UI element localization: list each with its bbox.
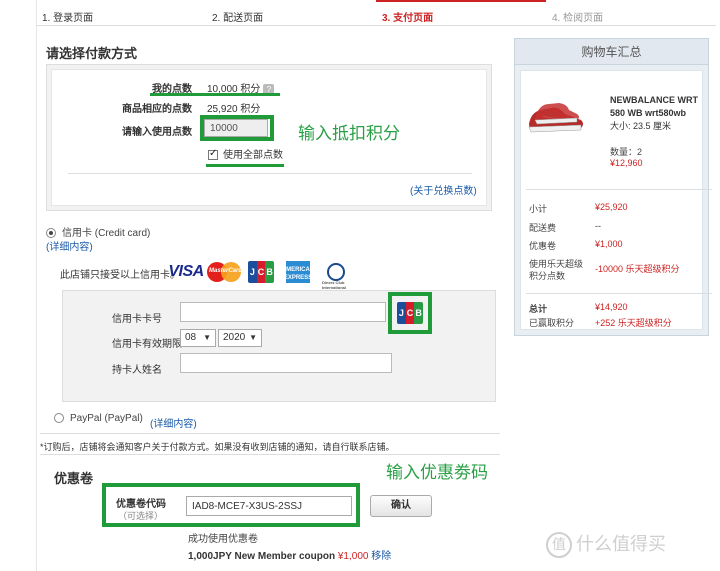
use-all-points-checkbox[interactable]	[208, 148, 218, 161]
credit-card-option[interactable]: 信用卡 (Credit card)	[46, 224, 150, 239]
annotation-coupon-note: 输入优惠劵码	[386, 463, 488, 483]
equivalent-points-value: 25,920 积分	[207, 104, 261, 115]
expiry-label: 信用卡有效期限	[112, 339, 182, 350]
jcb-letter-c: C	[256, 261, 266, 283]
points-used-label: 使用乐天超级积分点数	[529, 259, 584, 281]
cart-summary-panel: 购物车汇总 NEWBALANCE WRT 580 WB wrt580wb 大小:…	[514, 38, 712, 336]
paypal-radio[interactable]	[54, 413, 64, 424]
product-price: ¥12,960	[610, 158, 643, 168]
shipping-value: --	[595, 221, 601, 231]
card-number-input[interactable]	[180, 302, 386, 322]
detected-jcb-c: C	[405, 302, 415, 324]
coupon-summary-value: ¥1,000	[595, 239, 623, 249]
shipping-label: 配送费	[529, 223, 557, 233]
use-points-label: 请输入使用点数	[122, 127, 192, 138]
annotation-box-points-input	[200, 115, 274, 141]
coupon-success-text: 成功使用优惠卷	[188, 534, 258, 545]
expiry-month-select[interactable]: 08 ▼	[180, 329, 216, 347]
remove-coupon-link[interactable]: 移除	[371, 551, 391, 562]
paypal-option[interactable]: PayPal (PayPal)	[54, 413, 143, 424]
diners-club-logo: Diners Club International	[322, 261, 350, 290]
subtotal-label: 小计	[529, 204, 548, 214]
total-label: 总计	[529, 304, 548, 314]
earned-points-label: 已赢取积分	[529, 318, 575, 328]
coupon-code-input[interactable]	[186, 496, 352, 516]
use-all-points-row[interactable]: 使用全部点数	[208, 146, 283, 161]
coupon-title: 优惠卷	[54, 471, 94, 486]
about-points-link[interactable]: (关于兑换点数)	[410, 182, 477, 197]
annotation-underline-use-all	[206, 164, 284, 167]
watermark-logo-icon: 值	[546, 532, 572, 558]
applied-coupon-price: ¥1,000	[337, 551, 369, 562]
chevron-down-icon: ▼	[249, 333, 257, 342]
left-border-line	[36, 0, 37, 571]
credit-card-detail-link[interactable]: (详细内容)	[46, 238, 93, 253]
jcb-letter-j: J	[248, 261, 257, 283]
annotation-underline-points	[150, 93, 280, 96]
coupon-summary-label: 优惠卷	[529, 241, 557, 251]
chevron-down-icon: ▼	[203, 333, 211, 342]
paypal-divider	[40, 433, 500, 434]
expiry-year-select[interactable]: 2020 ▼	[218, 329, 262, 347]
amex-logo: AMERICAN EXPRESS	[282, 261, 314, 283]
active-step-underline	[376, 0, 546, 2]
cart-summary-title: 购物车汇总	[515, 39, 708, 65]
use-all-points-label: 使用全部点数	[223, 150, 283, 161]
applied-coupon-row: 1,000JPY New Member coupon ¥1,000 移除	[188, 547, 391, 562]
step-login[interactable]: 1. 登录页面	[42, 9, 93, 24]
watermark: 值什么值得买	[546, 530, 666, 558]
expiry-year-value: 2020	[223, 332, 246, 343]
annotation-points-note: 输入抵扣积分	[298, 124, 400, 144]
accepted-cards-text: 此店铺只接受以上信用卡。	[60, 270, 180, 281]
product-image[interactable]	[525, 94, 587, 140]
product-quantity: 数量：2	[610, 147, 643, 157]
payment-notice: *订购后，店铺将会通知客户关于付款方式。如果没有收到店铺的通知，请自行联系店铺。	[40, 442, 395, 452]
detected-card-brand-icon: JCB	[397, 302, 423, 324]
paypal-label: PayPal (PayPal)	[70, 413, 143, 424]
earned-points-value: +252 乐天超级积分	[595, 318, 672, 328]
equivalent-points-label: 商品相应的点数	[122, 104, 192, 115]
visa-logo: VISA	[168, 263, 204, 280]
subtotal-value: ¥25,920	[595, 202, 628, 212]
cart-total-divider	[526, 293, 712, 294]
diners-club-logo-text: Diners Club International	[322, 280, 347, 290]
coupon-code-label: 优惠卷代码	[116, 499, 166, 510]
watermark-text: 什么值得买	[576, 534, 666, 555]
coupon-divider	[40, 454, 500, 455]
mastercard-logo: MasterCard	[207, 261, 243, 283]
card-holder-input[interactable]	[180, 353, 392, 373]
jcb-logo: JCB	[248, 261, 274, 283]
checkout-steps: 1. 登录页面 2. 配送页面 3. 支付页面 4. 检阅页面	[36, 0, 716, 26]
points-used-value: -10000 乐天超级积分	[595, 264, 680, 274]
payment-title: 请选择付款方式	[46, 46, 138, 61]
product-size: 大小: 23.5 厘米	[610, 121, 672, 131]
jcb-letter-b: B	[265, 261, 274, 283]
cart-divider	[526, 189, 712, 190]
coupon-optional-text: （可选择）	[118, 511, 164, 521]
applied-coupon-name: 1,000JPY New Member coupon	[188, 551, 336, 562]
confirm-coupon-button[interactable]: 确认	[370, 495, 432, 517]
card-holder-label: 持卡人姓名	[112, 365, 162, 376]
detected-jcb-b: B	[414, 302, 423, 324]
step-review: 4. 检阅页面	[552, 13, 604, 24]
total-value: ¥14,920	[595, 302, 628, 312]
detected-jcb-j: J	[397, 302, 406, 324]
points-divider	[68, 173, 472, 174]
step-shipping[interactable]: 2. 配送页面	[212, 9, 263, 24]
expiry-month-value: 08	[185, 332, 197, 343]
credit-card-radio[interactable]	[46, 228, 56, 239]
step-payment: 3. 支付页面	[382, 13, 434, 24]
mastercard-logo-text: MasterCard	[209, 268, 243, 274]
paypal-detail-link[interactable]: (详细内容)	[150, 415, 197, 430]
product-name[interactable]: NEWBALANCE WRT 580 WB wrt580wb	[610, 94, 710, 120]
card-number-label: 信用卡卡号	[112, 314, 162, 325]
